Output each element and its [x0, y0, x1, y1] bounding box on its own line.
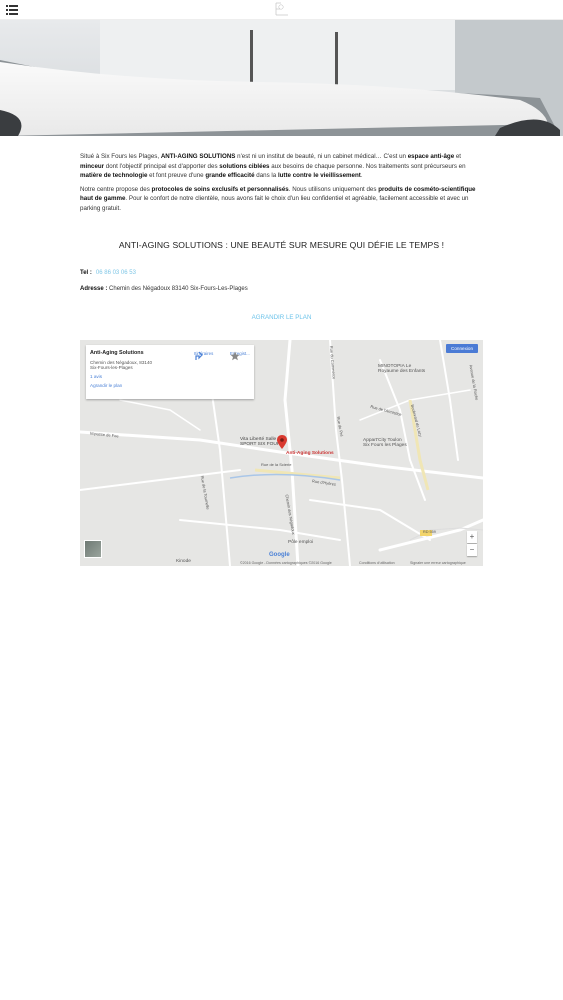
google-logo: Google [269, 552, 290, 558]
poi-pole-emploi: Pôle emploi [288, 540, 314, 545]
enlarge-map-link[interactable]: AGRANDIR LE PLAN [80, 314, 483, 321]
phone-link[interactable]: 06 86 03 06 53 [96, 270, 136, 276]
phone-line: Tel : 06 86 03 06 53 [80, 270, 136, 276]
map-pin-icon[interactable] [277, 435, 287, 449]
intro-text: Situé à Six Fours les Plages, ANTI-AGING… [80, 152, 483, 218]
map-embed[interactable]: Anti-Aging Solutions Chemin des Négadoux… [80, 340, 483, 566]
satellite-toggle[interactable] [84, 540, 102, 558]
zoom-out-button[interactable]: − [467, 544, 477, 556]
directions-icon [195, 351, 203, 360]
address-value: Chemin des Négadoux 83140 Six-Fours-Les-… [109, 286, 248, 292]
intro-paragraph-1: Situé à Six Fours les Plages, ANTI-AGING… [80, 153, 466, 180]
poi-appart: Appart'City Toulon Six Fours les Plages [363, 438, 407, 448]
hero-image [0, 20, 563, 136]
brand-logo[interactable] [270, 2, 292, 18]
hamburger-icon[interactable] [6, 5, 18, 15]
map-terms-link[interactable]: Conditions d'utilisation [359, 561, 395, 565]
place-address-2: Six-Fours-les-Plages [90, 365, 133, 371]
sign-in-button[interactable]: Connexion [446, 344, 478, 353]
map-copyright: ©2016 Google - Données cartographiques ©… [240, 561, 332, 565]
sign-in-label: Connexion [451, 346, 473, 351]
pin-label: Anti-Aging Solutions [286, 451, 334, 456]
place-card: Anti-Aging Solutions Chemin des Négadoux… [86, 345, 254, 399]
zoom-in-button[interactable]: + [467, 531, 477, 543]
poi-kinode: Kinode [176, 559, 191, 564]
place-enlarge-link[interactable]: Agrandir le plan [90, 383, 168, 388]
top-bar [0, 0, 563, 20]
headline: ANTI-AGING SOLUTIONS : UNE BEAUTÉ SUR ME… [118, 240, 445, 250]
place-title: Anti-Aging Solutions [90, 350, 144, 356]
place-reviews-link[interactable]: 1 avis [90, 374, 168, 379]
route-sign: RD 559 [423, 530, 436, 534]
road-label-2: Rue de la Scierie [261, 462, 292, 467]
phone-label: Tel : [80, 270, 92, 276]
address-label: Adresse : [80, 286, 108, 292]
map-report-link[interactable]: Signaler une erreur cartographique [410, 561, 466, 565]
directions-button[interactable]: Itinéraires [194, 351, 213, 360]
address-line: Adresse : Chemin des Négadoux 83140 Six-… [80, 286, 248, 292]
intro-paragraph-2: Notre centre propose des protocoles de s… [80, 185, 476, 212]
save-button[interactable]: Enregist... [230, 351, 250, 361]
star-icon [230, 351, 240, 361]
poi-minotopia: MINOTOPIA Le Royaume des Enfants [378, 364, 426, 374]
